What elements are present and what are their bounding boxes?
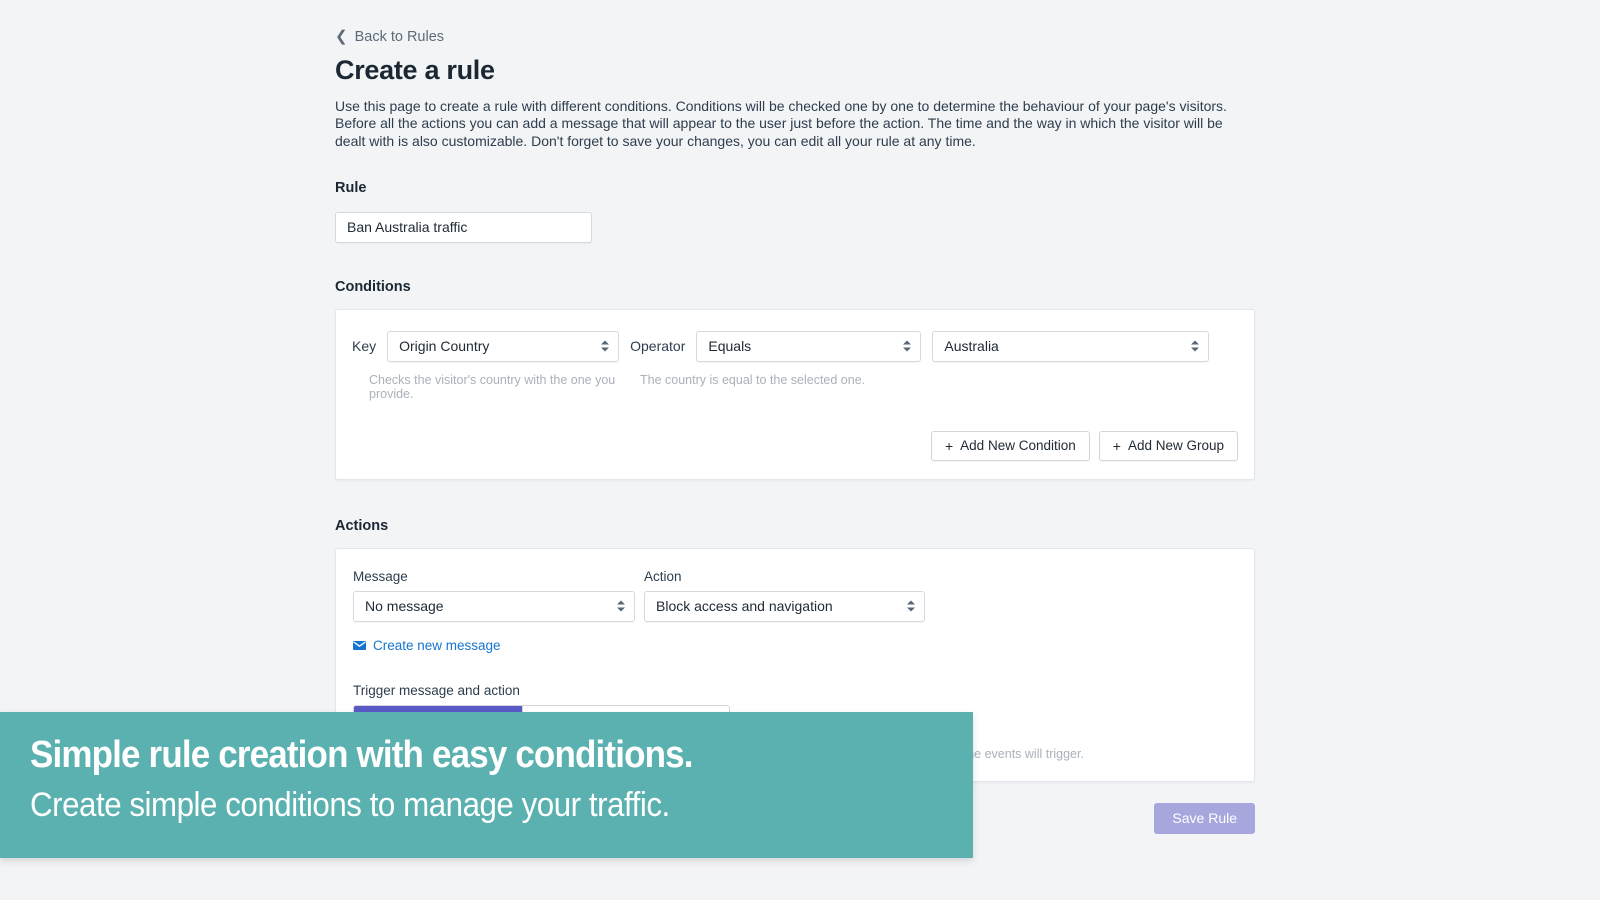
rule-name-input[interactable]: Ban Australia traffic — [335, 211, 592, 243]
message-field-group: Message No message — [353, 569, 635, 622]
envelope-icon — [353, 640, 366, 650]
condition-operator-hint: The country is equal to the selected one… — [640, 372, 866, 387]
condition-key-value: Origin Country — [399, 338, 490, 355]
rule-section: Rule Ban Australia traffic — [335, 180, 1255, 243]
plus-icon: + — [1112, 437, 1121, 454]
add-new-condition-label: Add New Condition — [960, 438, 1076, 454]
save-rule-button[interactable]: Save Rule — [1154, 802, 1255, 834]
action-field-group: Action Block access and navigation — [644, 569, 925, 622]
back-to-rules-link[interactable]: ❮ Back to Rules — [335, 27, 445, 46]
condition-key-hint: Checks the visitor's country with the on… — [369, 372, 616, 401]
conditions-card: Key Origin Country Operator Equals Austr… — [335, 308, 1255, 480]
action-label: Action — [644, 568, 682, 584]
condition-key-select[interactable]: Origin Country — [387, 330, 620, 362]
action-value: Block access and navigation — [656, 598, 833, 615]
add-new-group-button[interactable]: + Add New Group — [1098, 430, 1238, 461]
rule-editor-page: ❮ Back to Rules Create a rule Use this p… — [335, 0, 1255, 834]
add-new-group-label: Add New Group — [1127, 438, 1224, 454]
message-label: Message — [353, 568, 408, 584]
action-select[interactable]: Block access and navigation — [644, 590, 925, 622]
select-stepper-icon — [617, 599, 625, 614]
create-new-message-link[interactable]: Create new message — [353, 638, 501, 653]
chevron-left-icon: ❮ — [335, 27, 348, 45]
caption-banner: Simple rule creation with easy condition… — [0, 712, 973, 858]
condition-operator-value: Equals — [708, 338, 752, 355]
actions-fields: Message No message Action Block access a… — [353, 569, 1237, 622]
select-stepper-icon — [601, 339, 610, 354]
page-description: Use this page to create a rule with diff… — [335, 98, 1227, 149]
condition-hints: Checks the visitor's country with the on… — [352, 373, 1238, 401]
key-label: Key — [352, 338, 377, 355]
caption-subtitle: Create simple conditions to manage your … — [30, 785, 670, 824]
plus-icon: + — [944, 437, 954, 454]
page-title: Create a rule — [335, 55, 495, 85]
rule-name-value: Ban Australia traffic — [347, 219, 468, 236]
message-select[interactable]: No message — [353, 590, 635, 622]
trigger-label: Trigger message and action — [353, 682, 520, 698]
actions-section-heading: Actions — [335, 517, 389, 534]
select-stepper-icon — [907, 599, 915, 614]
conditions-section-heading: Conditions — [335, 278, 411, 295]
caption-title: Simple rule creation with easy condition… — [30, 734, 693, 776]
rule-section-heading: Rule — [335, 179, 367, 196]
create-new-message-label: Create new message — [373, 637, 501, 653]
back-to-rules-label: Back to Rules — [354, 29, 445, 45]
select-stepper-icon — [903, 339, 912, 354]
add-new-condition-button[interactable]: + Add New Condition — [930, 430, 1090, 461]
condition-buttons: + Add New Condition + Add New Group — [352, 430, 1238, 461]
condition-operator-select[interactable]: Equals — [696, 330, 922, 362]
condition-row: Key Origin Country Operator Equals Austr… — [352, 330, 1238, 362]
condition-value-value: Australia — [944, 338, 999, 355]
message-value: No message — [365, 598, 444, 615]
select-stepper-icon — [1191, 339, 1200, 354]
operator-label: Operator — [630, 338, 686, 355]
save-rule-label: Save Rule — [1172, 810, 1237, 827]
condition-value-select[interactable]: Australia — [932, 330, 1210, 362]
conditions-section: Conditions Key Origin Country Operator E… — [335, 279, 1255, 480]
